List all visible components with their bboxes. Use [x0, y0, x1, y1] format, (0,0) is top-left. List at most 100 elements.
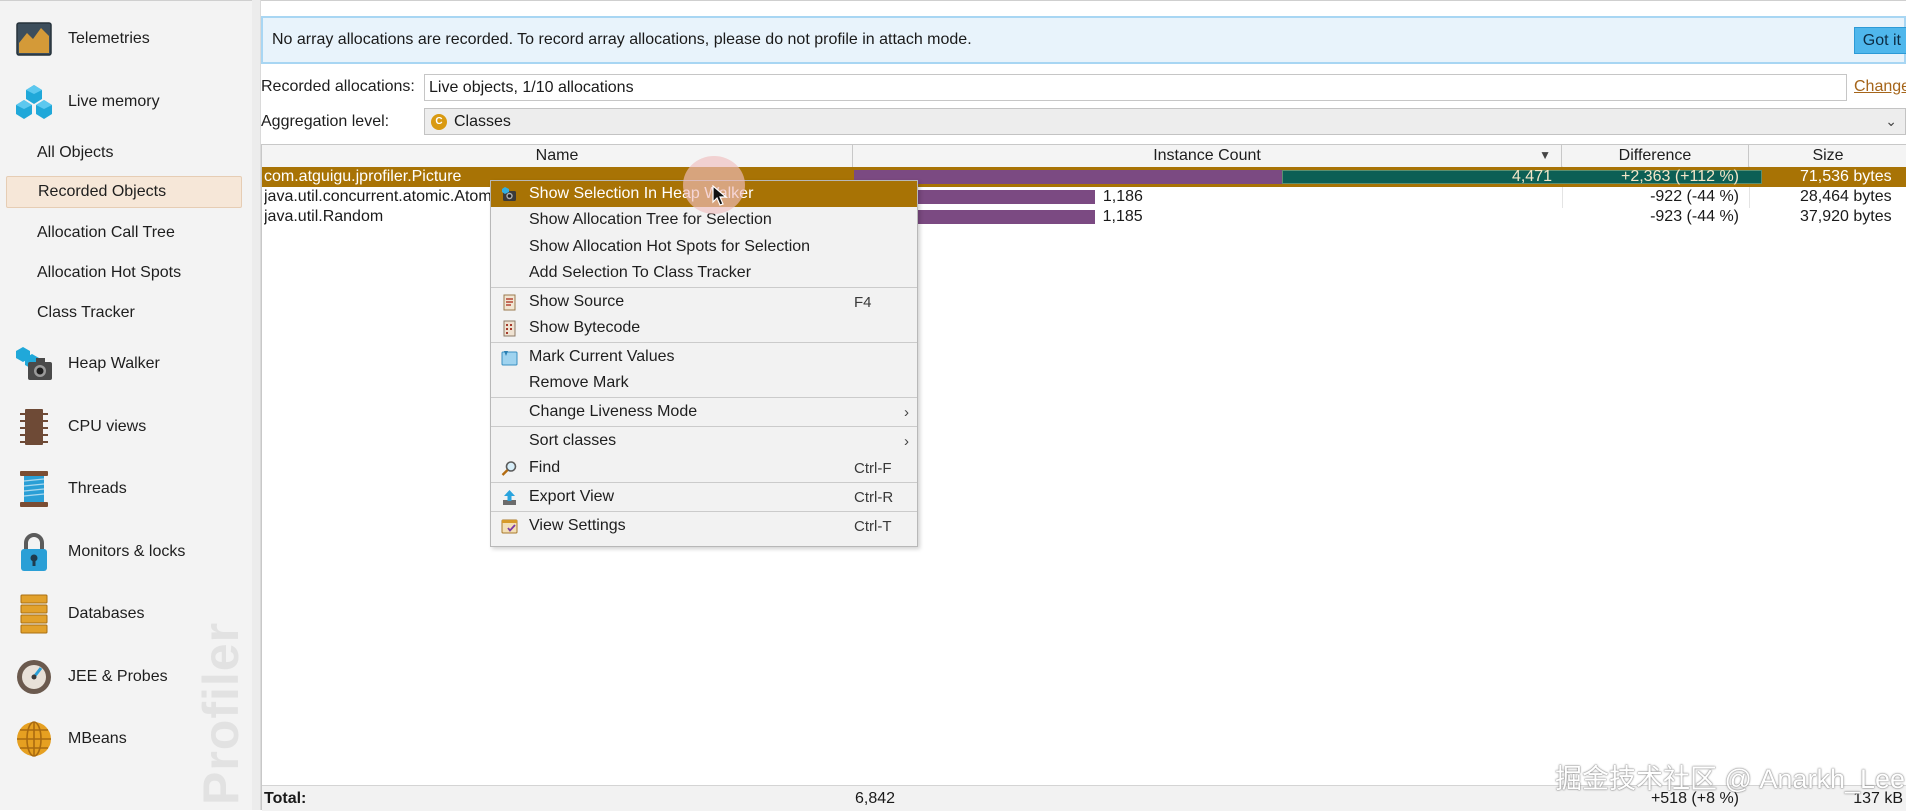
watermark-text: 掘金技术社区 @ Anarkh_Lee	[1555, 764, 1906, 794]
table-header: Name Instance Count ▼ Difference Size	[262, 144, 1906, 168]
sidebar-item-threads[interactable]: Threads	[0, 461, 252, 517]
sidebar-item-label: Telemetries	[68, 30, 150, 47]
column-header-difference[interactable]: Difference	[1562, 145, 1749, 167]
menu-item-shortcut: F4	[854, 293, 872, 311]
menu-item-remove-mark[interactable]: Remove Mark	[491, 370, 917, 396]
sidebar-item-telemetries[interactable]: Telemetries	[0, 11, 252, 67]
menu-item-export-view[interactable]: Export View Ctrl-R	[491, 484, 917, 510]
sidebar-item-label: Live memory	[68, 93, 160, 110]
menu-item-change-liveness-mode[interactable]: Change Liveness Mode ›	[491, 399, 917, 425]
sidebar-subitem-class-tracker[interactable]: Class Tracker	[6, 297, 242, 329]
menu-item-label: Remove Mark	[529, 374, 629, 391]
row-size: 71,536 bytes	[1800, 168, 1892, 185]
sidebar-subitem-recorded-objects[interactable]: Recorded Objects	[6, 176, 242, 208]
recorded-allocations-label: Recorded allocations:	[261, 78, 415, 95]
instance-count-bar-previous	[854, 170, 1283, 184]
sidebar-item-label: Heap Walker	[68, 355, 160, 372]
jee-probes-icon	[14, 657, 54, 697]
sidebar: Telemetries Live memory All Objects Reco…	[0, 0, 253, 810]
sidebar-item-cpu-views[interactable]: CPU views	[0, 399, 252, 455]
info-banner: No array allocations are recorded. To re…	[261, 16, 1906, 64]
sidebar-item-heap-walker[interactable]: Heap Walker	[0, 336, 252, 392]
change-link[interactable]: Change	[1854, 78, 1906, 96]
context-menu: Show Selection In Heap Walker Show Alloc…	[490, 180, 918, 547]
source-icon	[501, 294, 518, 311]
sidebar-subitem-allocation-call-tree[interactable]: Allocation Call Tree	[6, 217, 242, 249]
mbeans-icon	[14, 719, 54, 759]
cpu-views-icon	[14, 407, 54, 447]
menu-item-show-bytecode[interactable]: Show Bytecode	[491, 315, 917, 341]
databases-icon	[14, 594, 54, 634]
aggregation-level-row: Aggregation level: C Classes ⌄	[261, 108, 1906, 136]
aggregation-level-select[interactable]: C Classes ⌄	[424, 108, 1906, 135]
sidebar-item-label: CPU views	[68, 418, 147, 435]
column-header-instance-count[interactable]: Instance Count ▼	[853, 145, 1562, 167]
sidebar-splitter[interactable]	[252, 0, 261, 810]
menu-item-show-allocation-hot-spots[interactable]: Show Allocation Hot Spots for Selection	[491, 234, 917, 260]
menu-item-shortcut: Ctrl-F	[854, 459, 892, 477]
sort-descending-icon: ▼	[1539, 148, 1551, 162]
menu-separator	[491, 397, 917, 398]
sidebar-item-monitors-locks[interactable]: Monitors & locks	[0, 524, 252, 580]
menu-separator	[491, 511, 917, 512]
menu-item-mark-current-values[interactable]: Mark Current Values	[491, 344, 917, 370]
chevron-right-icon: ›	[904, 403, 909, 421]
menu-item-label: Show Source	[529, 293, 625, 310]
row-size: 28,464 bytes	[1800, 188, 1892, 205]
menu-item-label: Mark Current Values	[529, 348, 675, 365]
sidebar-item-label: Threads	[68, 480, 127, 497]
bytecode-icon	[501, 320, 518, 337]
got-it-button[interactable]: Got it	[1853, 27, 1906, 54]
menu-separator	[491, 482, 917, 483]
find-icon	[501, 460, 518, 477]
row-size: 37,920 bytes	[1800, 208, 1892, 225]
sidebar-subitem-allocation-hot-spots[interactable]: Allocation Hot Spots	[6, 257, 242, 289]
row-instance-count: 4,471	[1511, 168, 1552, 185]
menu-item-view-settings[interactable]: View Settings Ctrl-T	[491, 513, 917, 539]
aggregation-level-label: Aggregation level:	[261, 113, 390, 130]
live-memory-icon	[14, 82, 54, 122]
heap-walker-icon	[14, 344, 54, 384]
menu-item-show-source[interactable]: Show Source F4	[491, 289, 917, 315]
sidebar-item-live-memory[interactable]: Live memory	[0, 74, 252, 130]
footer-total-label: Total:	[264, 789, 307, 807]
menu-item-label: Find	[529, 459, 561, 476]
chevron-down-icon: ⌄	[1885, 113, 1897, 129]
menu-item-label: Show Allocation Hot Spots for Selection	[529, 238, 811, 255]
sidebar-item-label: MBeans	[68, 730, 127, 747]
column-header-size[interactable]: Size	[1749, 145, 1906, 167]
menu-separator	[491, 287, 917, 288]
menu-item-add-to-class-tracker[interactable]: Add Selection To Class Tracker	[491, 260, 917, 286]
row-instance-count: 1,186	[1102, 188, 1143, 205]
sidebar-item-label: Databases	[68, 605, 145, 622]
menu-item-label: Export View	[529, 488, 615, 505]
sidebar-top-border	[0, 0, 252, 1]
sidebar-subitem-all-objects[interactable]: All Objects	[6, 137, 242, 169]
menu-item-sort-classes[interactable]: Sort classes ›	[491, 428, 917, 454]
main-top-border	[261, 0, 1906, 1]
menu-item-find[interactable]: Find Ctrl-F	[491, 455, 917, 481]
chevron-right-icon: ›	[904, 432, 909, 450]
export-icon	[501, 489, 518, 506]
menu-item-shortcut: Ctrl-T	[854, 517, 892, 535]
menu-item-label: Change Liveness Mode	[529, 403, 698, 420]
aggregation-level-value: Classes	[454, 112, 511, 130]
column-header-name[interactable]: Name	[262, 145, 853, 167]
class-badge-icon: C	[431, 113, 447, 130]
recorded-allocations-field[interactable]: Live objects, 1/10 allocations	[424, 74, 1847, 101]
menu-item-label: View Settings	[529, 517, 626, 534]
sidebar-item-label: Monitors & locks	[68, 543, 186, 560]
heap-walker-small-icon	[501, 186, 518, 203]
sidebar-item-label: JEE & Probes	[68, 668, 168, 685]
row-difference: +2,363 (+112 %)	[1620, 168, 1739, 185]
brand-watermark: Profiler	[193, 621, 249, 805]
monitors-locks-icon	[14, 532, 54, 572]
column-header-label: Instance Count	[1153, 147, 1261, 164]
mark-values-icon	[501, 349, 518, 366]
menu-separator	[491, 426, 917, 427]
row-difference: -923 (-44 %)	[1650, 208, 1739, 225]
telemetries-icon	[14, 19, 54, 59]
recorded-allocations-row: Recorded allocations: Live objects, 1/10…	[261, 74, 1906, 102]
menu-item-label: Add Selection To Class Tracker	[529, 264, 752, 281]
banner-text: No array allocations are recorded. To re…	[272, 31, 972, 48]
